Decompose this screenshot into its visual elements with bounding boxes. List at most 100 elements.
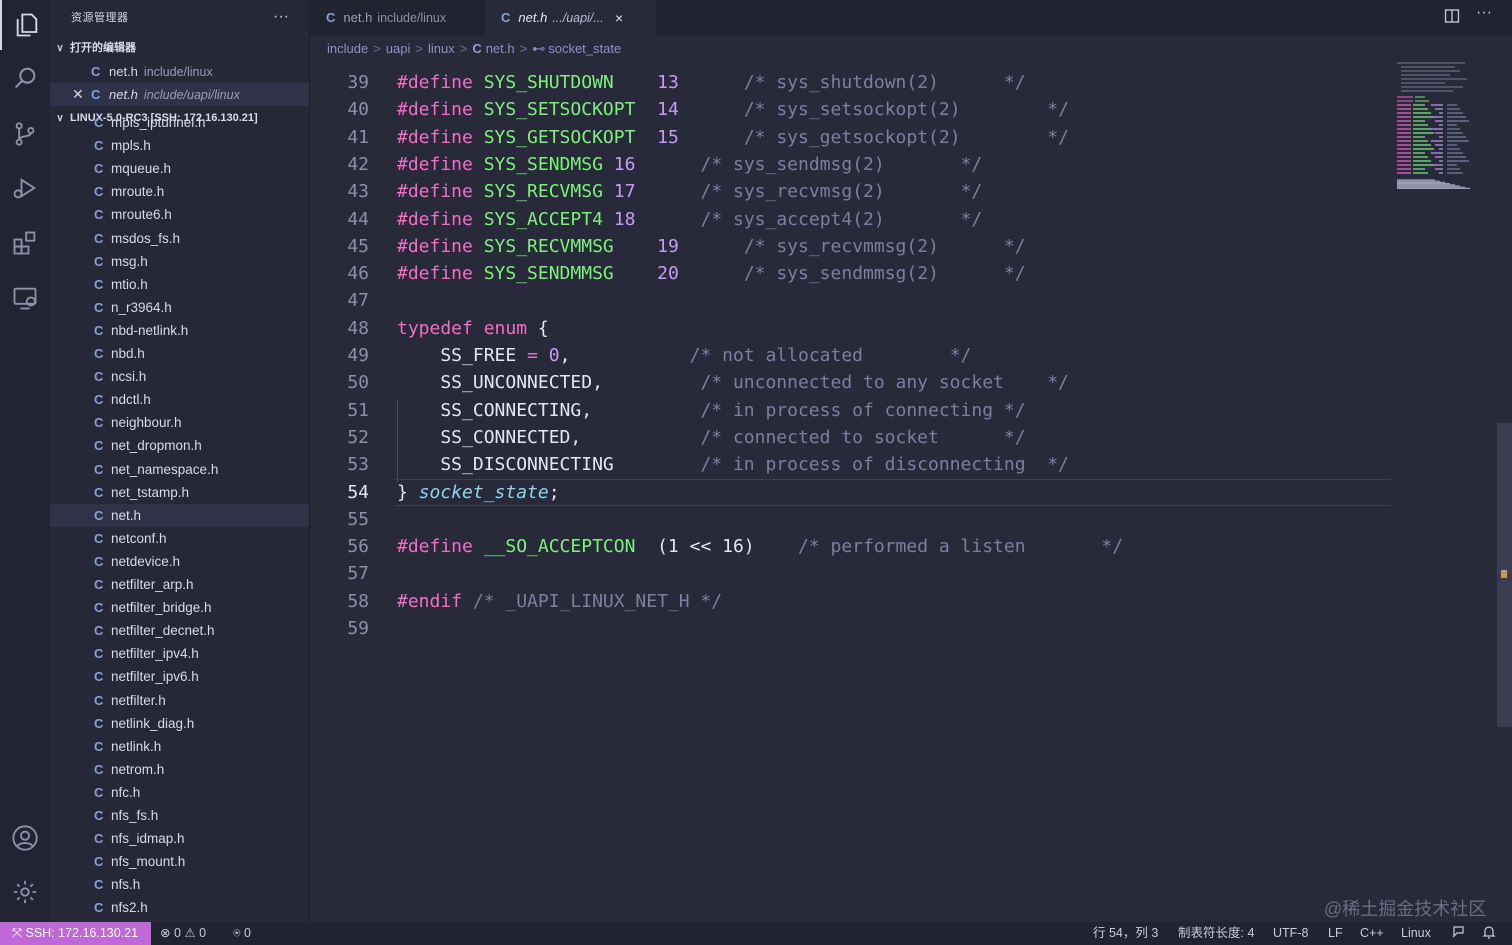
explorer-icon[interactable] [0, 0, 52, 50]
file-item[interactable]: Cmroute6.h [50, 203, 309, 226]
code-line[interactable]: 43 #define SYS_RECVMSG 17 /* sys_recvmsg(… [310, 178, 1495, 205]
file-item[interactable]: Cnfs_idmap.h [50, 827, 309, 850]
code-line[interactable]: 47 [310, 287, 1495, 314]
file-item[interactable]: Cnet_namespace.h [50, 458, 309, 481]
code-line[interactable]: 45 #define SYS_RECVMMSG 19 /* sys_recvmms… [310, 233, 1495, 260]
file-item[interactable]: Cnetfilter.h [50, 689, 309, 712]
breadcrumb-linux[interactable]: linux [428, 41, 455, 56]
code-token: typedef [397, 317, 484, 339]
file-item[interactable]: Cnet_dropmon.h [50, 434, 309, 457]
file-item[interactable]: Cmpls.h [50, 134, 309, 157]
problems-indicator[interactable]: ⊗ 0 ⚠ 0 [160, 922, 206, 945]
source-control-icon[interactable] [0, 109, 50, 159]
tab-close-icon[interactable]: × [615, 0, 623, 36]
code-line[interactable]: 39 #define SYS_SHUTDOWN 13 /* sys_shutdow… [310, 69, 1495, 96]
file-item[interactable]: Cnbd-netlink.h [50, 319, 309, 342]
c-file-icon: C [94, 808, 104, 823]
file-item[interactable]: Cmtio.h [50, 273, 309, 296]
open-editor-item-selected[interactable]: ✕ C net.h include/uapi/linux [50, 83, 309, 106]
file-name: nfs_mount.h [111, 854, 186, 870]
code-line[interactable]: 44 #define SYS_ACCEPT4 18 /* sys_accept4(… [310, 206, 1495, 233]
extensions-icon[interactable] [0, 218, 50, 268]
file-item[interactable]: Cmpls_iptunnel.h [50, 111, 309, 134]
file-item[interactable]: Cnet.h [50, 503, 309, 527]
file-item[interactable]: Cnfs2.h [50, 896, 309, 919]
file-item[interactable]: Cmsdos_fs.h [50, 227, 309, 250]
file-item[interactable]: Cnetconf.h [50, 527, 309, 550]
code-line[interactable]: 41 #define SYS_GETSOCKOPT 15 /* sys_getso… [310, 124, 1495, 151]
code-line[interactable]: 53 SS_DISCONNECTING /* in process of dis… [310, 451, 1495, 478]
end-of-line[interactable]: LF [1328, 922, 1343, 945]
remote-explorer-icon[interactable] [0, 273, 50, 323]
code-line[interactable]: 54} socket_state; [310, 479, 1495, 506]
file-item[interactable]: Cnetfilter_ipv6.h [50, 665, 309, 688]
code-line[interactable]: 40 #define SYS_SETSOCKOPT 14 /* sys_setso… [310, 96, 1495, 123]
file-item[interactable]: Cnetfilter_arp.h [50, 573, 309, 596]
more-actions-icon[interactable]: ··· [1476, 4, 1492, 22]
file-item[interactable]: Cnetfilter_ipv4.h [50, 642, 309, 665]
file-item[interactable]: Cnfs_mount.h [50, 850, 309, 873]
account-icon[interactable] [0, 813, 50, 863]
code-line[interactable]: 56 #define __SO_ACCEPTCON (1 << 16) /* pe… [310, 533, 1495, 560]
code-line[interactable]: 57 [310, 560, 1495, 587]
line-number: 47 [347, 290, 369, 312]
code-editor[interactable]: 39 #define SYS_SHUTDOWN 13 /* sys_shutdow… [310, 60, 1495, 922]
file-item[interactable]: Cnet_tstamp.h [50, 481, 309, 504]
file-item[interactable]: Cmroute.h [50, 180, 309, 203]
code-line[interactable]: 52 SS_CONNECTED, /* connected to socket … [310, 424, 1495, 451]
open-editors-header[interactable]: ∨ 打开的编辑器 [50, 37, 309, 60]
code-line[interactable]: 58 #endif /* _UAPI_LINUX_NET_H */ [310, 588, 1495, 615]
code-line[interactable]: 49 SS_FREE = 0, /* not allocated */ [310, 342, 1495, 369]
run-debug-icon[interactable] [0, 163, 50, 213]
code-line[interactable]: 50 SS_UNCONNECTED, /* unconnected to any… [310, 369, 1495, 396]
cursor-position[interactable]: 行 54，列 3 [1093, 922, 1158, 945]
split-editor-icon[interactable] [1444, 8, 1460, 29]
file-item[interactable]: Cn_r3964.h [50, 296, 309, 319]
file-item[interactable]: Cnetdevice.h [50, 550, 309, 573]
language-mode[interactable]: C++ [1360, 922, 1384, 945]
breadcrumb-symbol[interactable]: socket_state [548, 41, 621, 56]
close-icon[interactable]: ✕ [72, 83, 84, 106]
breadcrumb-uapi[interactable]: uapi [386, 41, 411, 56]
minimap[interactable] [1395, 60, 1495, 190]
file-item[interactable]: Cnfs_fs.h [50, 804, 309, 827]
file-item[interactable]: Cnetrom.h [50, 758, 309, 781]
tab-net-h-include-linux[interactable]: Cnet.h include/linux [310, 0, 501, 36]
breadcrumb-file[interactable]: net.h [486, 41, 515, 56]
file-item[interactable]: Cnetfilter_bridge.h [50, 596, 309, 619]
tab-net-h-uapi[interactable]: Cnet.h .../uapi/... × [485, 0, 656, 36]
file-item[interactable]: Cmqueue.h [50, 157, 309, 180]
file-item[interactable]: Cnetlink.h [50, 735, 309, 758]
code-token: #define [397, 263, 484, 285]
code-line[interactable]: 46 #define SYS_SENDMMSG 20 /* sys_sendmms… [310, 260, 1495, 287]
encoding[interactable]: UTF-8 [1273, 922, 1308, 945]
remote-indicator[interactable]: ⤧ SSH: 172.16.130.21 [0, 922, 151, 945]
file-item[interactable]: Cncsi.h [50, 365, 309, 388]
settings-gear-icon[interactable] [0, 867, 50, 917]
file-item[interactable]: Cnbd.h [50, 342, 309, 365]
code-line[interactable]: 48 typedef enum { [310, 315, 1495, 342]
file-item[interactable]: Cneighbour.h [50, 411, 309, 434]
file-name: net.h [111, 507, 142, 523]
search-icon[interactable] [0, 53, 50, 103]
ports-indicator[interactable]: ⍟ 0 [233, 922, 251, 945]
sidebar-more-icon[interactable]: ··· [273, 0, 289, 36]
breadcrumb-include[interactable]: include [327, 41, 368, 56]
file-item[interactable]: Cndctl.h [50, 388, 309, 411]
file-name: nbd-netlink.h [111, 322, 189, 338]
file-item[interactable]: Cnetfilter_decnet.h [50, 619, 309, 642]
feedback-icon[interactable] [1451, 922, 1465, 945]
os-indicator[interactable]: Linux [1401, 922, 1431, 945]
file-item[interactable]: Cnfc.h [50, 781, 309, 804]
notifications-bell-icon[interactable] [1482, 922, 1496, 945]
tab-size[interactable]: 制表符长度: 4 [1178, 922, 1254, 945]
code-line[interactable]: 59 [310, 615, 1495, 642]
file-item[interactable]: Cnfs.h [50, 873, 309, 896]
open-editor-item[interactable]: C net.h include/linux [50, 60, 309, 83]
code-line[interactable]: 51 SS_CONNECTING, /* in process of conne… [310, 397, 1495, 424]
file-item[interactable]: Cmsg.h [50, 250, 309, 273]
code-line[interactable]: 55 [310, 506, 1495, 533]
code-line[interactable]: 42 #define SYS_SENDMSG 16 /* sys_sendmsg(… [310, 151, 1495, 178]
file-item[interactable]: Cnetlink_diag.h [50, 712, 309, 735]
